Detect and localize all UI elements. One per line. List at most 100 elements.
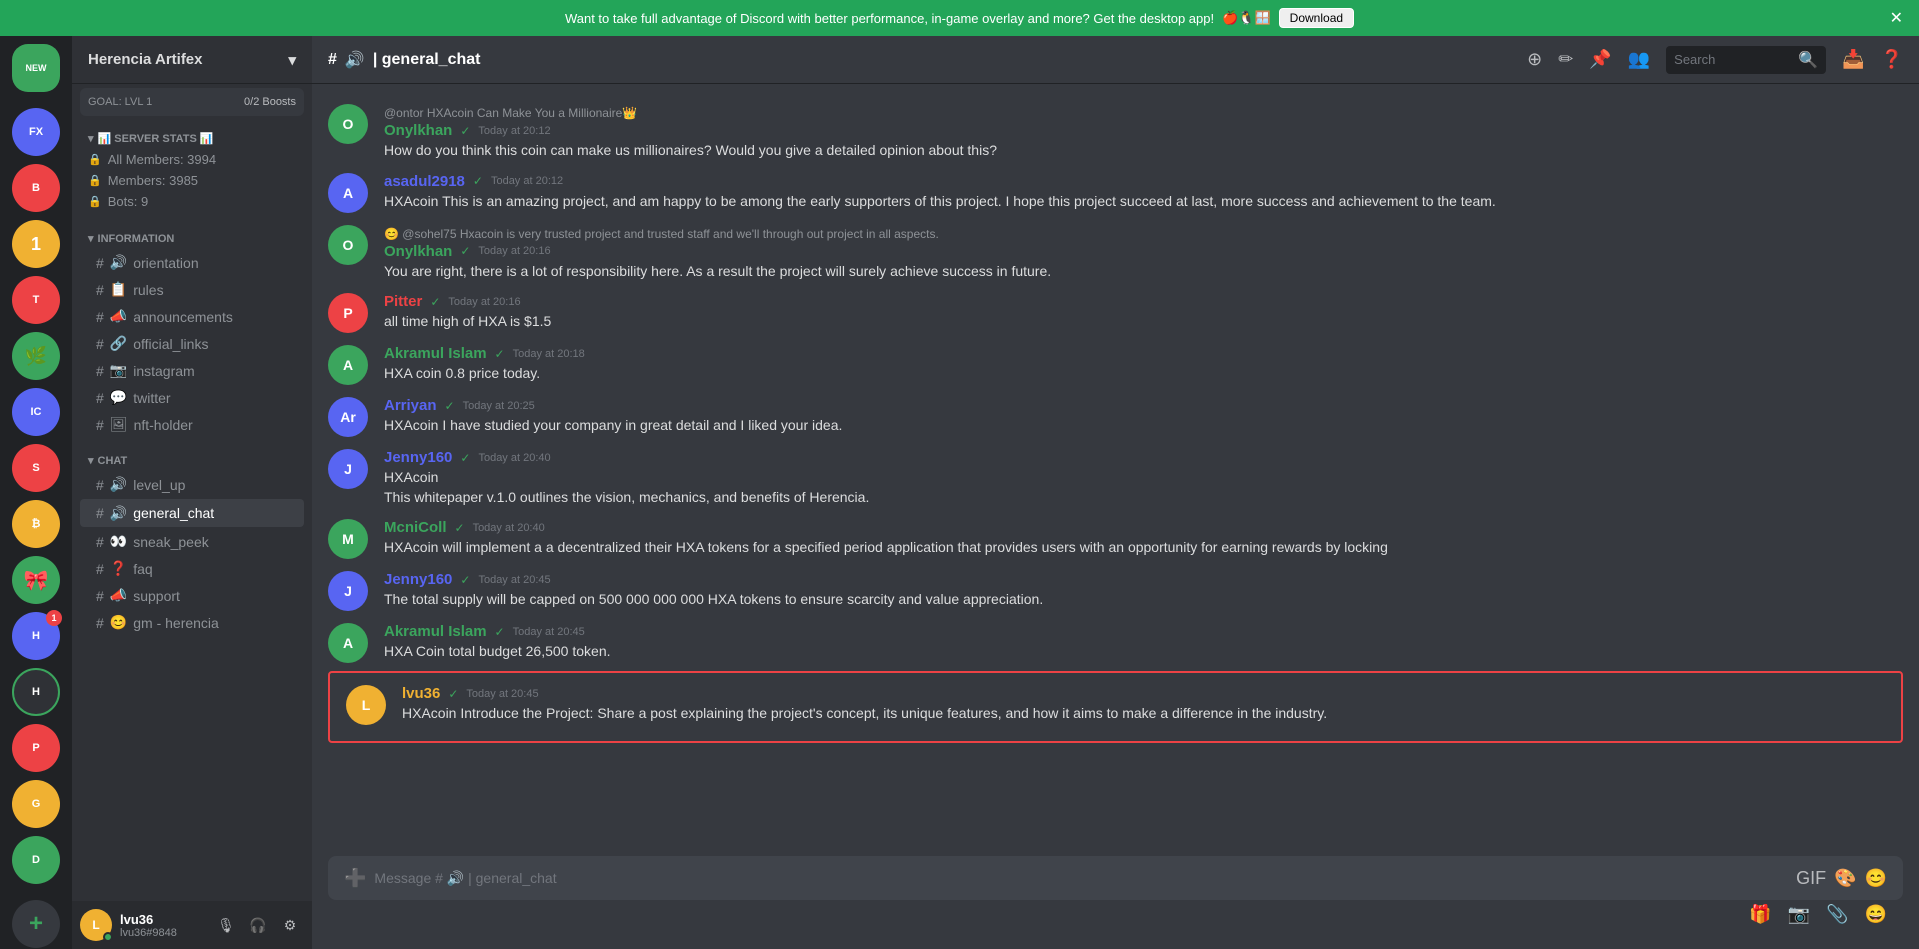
server-icon-fxwr[interactable]: FX <box>12 108 60 156</box>
server-icon-active[interactable]: H 1 <box>12 612 60 660</box>
attachment-icon[interactable]: 📎 <box>1826 904 1848 925</box>
microphone-button[interactable]: 🎙 <box>212 911 240 939</box>
inbox-icon[interactable]: 📥 <box>1842 49 1864 70</box>
message-timestamp: Today at 20:12 <box>491 175 563 187</box>
channel-nft-holder[interactable]: # 🖼 nft-holder <box>80 412 304 437</box>
verify-icon: ✓ <box>448 687 458 701</box>
channel-orientation[interactable]: # 🔊 orientation <box>80 250 304 275</box>
message-timestamp: Today at 20:40 <box>473 522 545 534</box>
category-chat[interactable]: ▾ CHAT <box>72 438 312 471</box>
message-content: Arriyan ✓ Today at 20:25 HXAcoin I have … <box>384 397 1903 437</box>
message-header: Akramul Islam ✓ Today at 20:45 <box>384 623 1903 640</box>
channel-announcements[interactable]: # 📣 announcements <box>80 304 304 329</box>
channel-icon-twitter: 💬 <box>110 389 127 406</box>
channel-hash-icon-6: # <box>96 390 104 406</box>
channel-icon-gm: 😊 <box>110 614 127 631</box>
message-author: asadul2918 <box>384 173 465 190</box>
stats-header[interactable]: ▾ 📊 SERVER STATS 📊 <box>80 128 304 149</box>
channel-general-chat[interactable]: # 🔊 general_chat 👤+ <box>80 499 304 527</box>
lock-icon-3: 🔒 <box>88 195 102 208</box>
channel-header: # 🔊 | general_chat ⊕ ✏ 📌 👥 🔍 📥 ❓ <box>312 36 1919 84</box>
avatar: Ar <box>328 397 368 437</box>
message-input[interactable] <box>374 870 1788 886</box>
channel-instagram[interactable]: # 📷 instagram <box>80 358 304 383</box>
channel-name-support: support <box>133 588 180 604</box>
server-icon-hxa[interactable]: H <box>12 668 60 716</box>
question-icon[interactable]: ❓ <box>1881 49 1903 70</box>
channel-support[interactable]: # 📣 support <box>80 583 304 608</box>
channel-faq[interactable]: # ❓ faq <box>80 556 304 581</box>
channel-rules[interactable]: # 📋 rules <box>80 277 304 302</box>
channel-level-up[interactable]: # 🔊 level_up <box>80 472 304 497</box>
message-author: Akramul Islam <box>384 623 487 640</box>
message-input-box[interactable]: ➕ GIF 🎨 😊 <box>328 856 1903 900</box>
channel-official-links[interactable]: # 🔗 official_links <box>80 331 304 356</box>
gif-icon[interactable]: GIF <box>1796 868 1826 889</box>
channel-hash-icon-10: # <box>96 534 104 550</box>
message-timestamp: Today at 20:45 <box>478 574 550 586</box>
verify-icon: ✓ <box>460 244 470 258</box>
channel-name-rules: rules <box>133 282 163 298</box>
settings-button[interactable]: ⚙ <box>276 911 304 939</box>
message-content: lvu36 ✓ Today at 20:45 HXAcoin Introduce… <box>402 685 1885 725</box>
server-icon-s15[interactable]: D <box>12 836 60 884</box>
messages-area[interactable]: O @ontor HXAcoin Can Make You a Milliona… <box>312 84 1919 856</box>
emoji-icon[interactable]: 😊 <box>1865 868 1887 889</box>
channel-name-gm: gm - herencia <box>133 615 219 631</box>
avatar: J <box>328 571 368 611</box>
message-group: Ar Arriyan ✓ Today at 20:25 HXAcoin I ha… <box>312 393 1919 441</box>
all-members-stat: 🔒 All Members: 3994 <box>80 149 304 170</box>
channel-icon-orientation: 🔊 <box>110 254 127 271</box>
server-icon-icco[interactable]: IC <box>12 388 60 436</box>
channel-icon-faq: ❓ <box>110 560 127 577</box>
message-group: A Akramul Islam ✓ Today at 20:45 HXA Coi… <box>312 619 1919 667</box>
hash-plus-icon[interactable]: ⊕ <box>1527 49 1542 70</box>
message-text: all time high of HXA is $1.5 <box>384 312 1903 332</box>
gif-bottom-icon[interactable]: 📷 <box>1788 904 1810 925</box>
download-button[interactable]: Download <box>1279 8 1354 28</box>
stats-header-text: 📊 SERVER STATS 📊 <box>98 132 214 145</box>
channel-gm-herencia[interactable]: # 😊 gm - herencia <box>80 610 304 635</box>
server-icon-new[interactable]: NEW <box>12 44 60 92</box>
server-icon-s6[interactable]: 🌿 <box>12 332 60 380</box>
server-icon-s4[interactable]: 1 <box>12 220 60 268</box>
server-icon-s8[interactable]: S <box>12 444 60 492</box>
server-icon-bitcoin[interactable]: ₿ <box>12 500 60 548</box>
channel-hash-icon-8: # <box>96 477 104 493</box>
server-icon-bow[interactable]: 🎀 <box>12 556 60 604</box>
category-information[interactable]: ▾ INFORMATION <box>72 216 312 249</box>
sticker-icon[interactable]: 🎨 <box>1834 868 1856 889</box>
channel-sneak-peek[interactable]: # 👀 sneak_peek <box>80 529 304 554</box>
banner-close-icon[interactable]: ✕ <box>1890 8 1903 28</box>
server-icon-trading[interactable]: T <box>12 276 60 324</box>
pin-icon[interactable]: 📌 <box>1589 49 1611 70</box>
verify-icon: ✓ <box>460 124 470 138</box>
add-server-button[interactable]: + <box>12 900 60 948</box>
edit-icon[interactable]: ✏ <box>1558 49 1573 70</box>
server-icon-red-b[interactable]: B <box>12 164 60 212</box>
headphone-button[interactable]: 🎧 <box>244 911 272 939</box>
server-icon-s14[interactable]: G <box>12 780 60 828</box>
message-content: @ontor HXAcoin Can Make You a Millionair… <box>384 104 1903 161</box>
gift-icon[interactable]: 🎁 <box>1749 904 1771 925</box>
message-author: Onylkhan <box>384 243 452 260</box>
verify-icon: ✓ <box>430 295 440 309</box>
plus-icon[interactable]: ➕ <box>344 868 366 889</box>
members-icon[interactable]: 👥 <box>1628 49 1650 70</box>
online-status-indicator <box>103 932 113 942</box>
message-text: The total supply will be capped on 500 0… <box>384 590 1903 610</box>
channel-header-icon: 🔊 <box>345 50 365 70</box>
message-timestamp: Today at 20:45 <box>513 626 585 638</box>
server-icon-s13[interactable]: P <box>12 724 60 772</box>
user-panel: L lvu36 lvu36#9848 🎙 🎧 ⚙ <box>72 901 312 949</box>
message-author: Jenny160 <box>384 449 452 466</box>
message-timestamp: Today at 20:45 <box>466 688 538 700</box>
emoji-bottom-icon[interactable]: 😄 <box>1865 904 1887 925</box>
boost-bar[interactable]: GOAL: LVL 1 0/2 Boosts <box>80 88 304 116</box>
channel-title: | general_chat <box>373 51 481 69</box>
search-box[interactable]: 🔍 <box>1666 46 1826 74</box>
channel-twitter[interactable]: # 💬 twitter <box>80 385 304 410</box>
message-text: How do you think this coin can make us m… <box>384 141 1903 161</box>
search-input[interactable] <box>1674 52 1792 67</box>
server-header[interactable]: Herencia Artifex ▾ <box>72 36 312 84</box>
